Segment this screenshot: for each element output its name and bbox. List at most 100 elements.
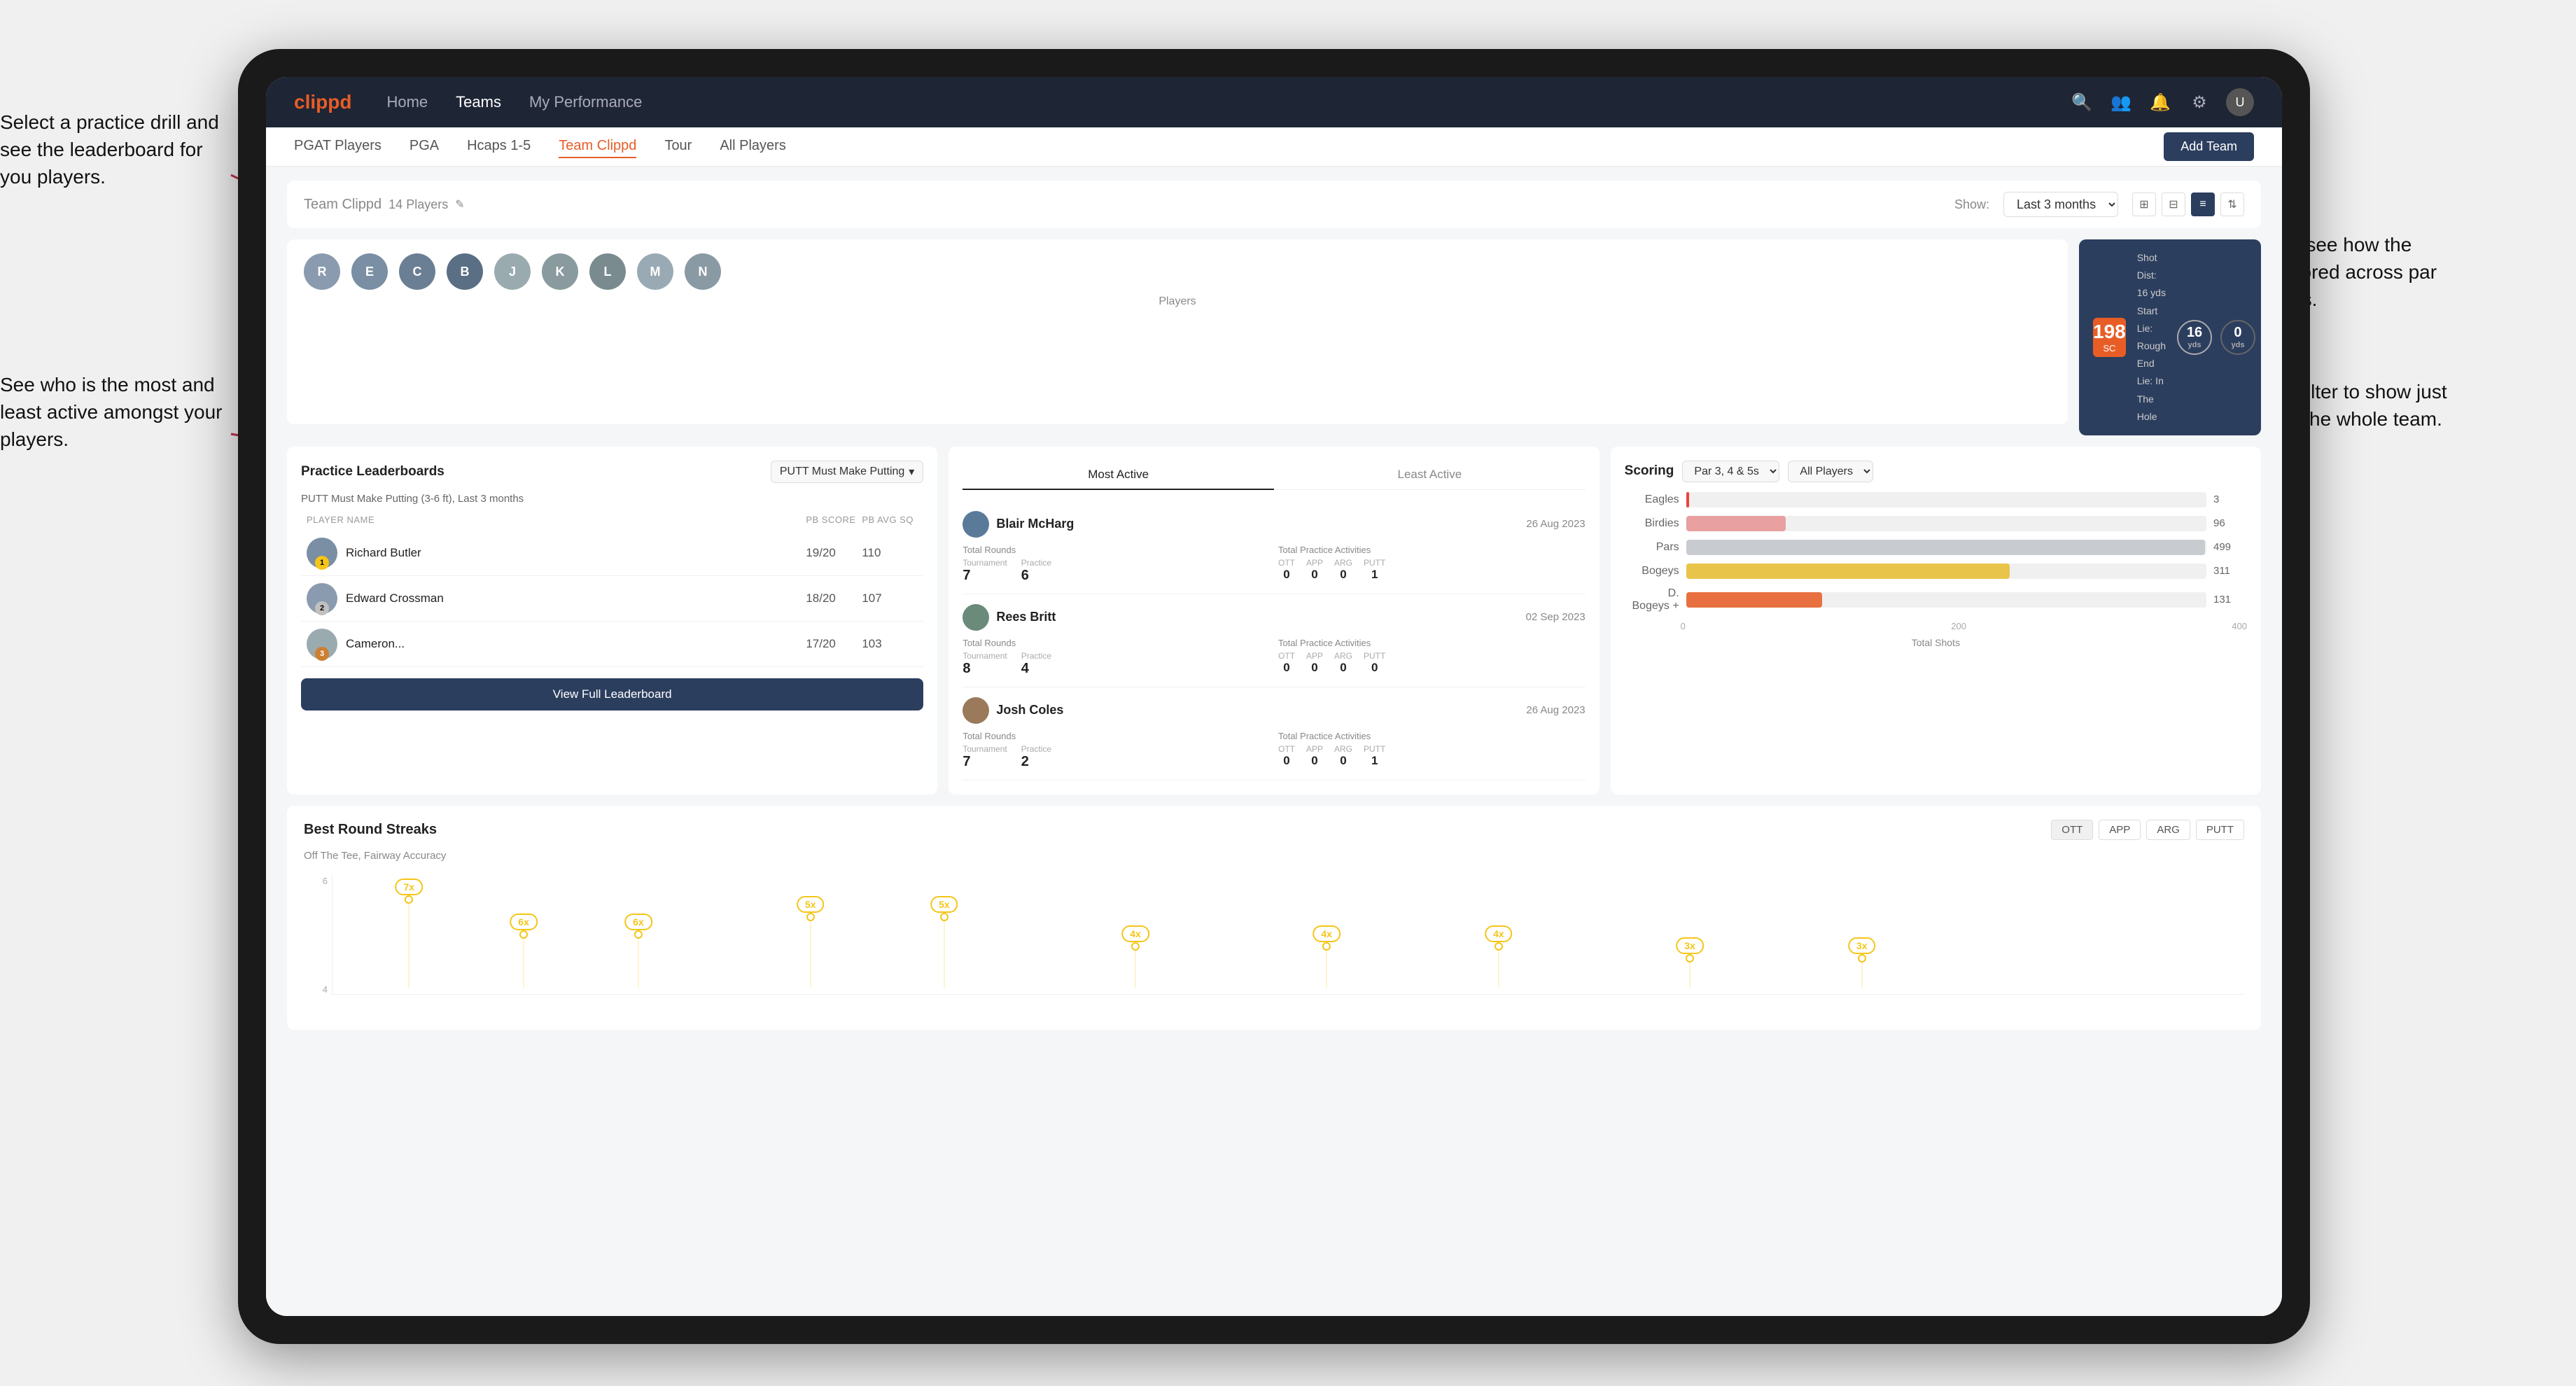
streak-label: 6x [624,913,652,930]
streak-label: 6x [510,913,538,930]
bar-track [1686,516,2206,531]
lb-avatar-3: 3 [307,629,337,659]
pa-name-1: Blair McHarg [996,517,1074,531]
player-avatar-9[interactable]: N [685,253,721,290]
scorecard-box: 198 SC Shot Dist: 16 yds Start Lie: Roug… [2079,239,2261,435]
subnav-teamclippd[interactable]: Team Clippd [559,135,636,158]
view-list-icon[interactable]: ≡ [2191,192,2215,216]
streak-y-axis: 6 4 [304,876,332,995]
streak-dot [806,913,815,921]
score-badge: 198 SC [2093,318,2126,357]
score-details: Shot Dist: 16 yds Start Lie: Rough End L… [2137,249,2166,426]
streak-label: 4x [1485,925,1513,942]
streaks-filters: OTT APP ARG PUTT [2051,820,2244,840]
scoring-players-filter[interactable]: All Players [1788,461,1873,482]
team-header: Team Clippd 14 Players ✎ Show: Last 3 mo… [287,181,2261,228]
bar-track [1686,492,2206,507]
subnav-pga[interactable]: PGA [410,135,439,158]
player-avatar-4[interactable]: B [447,253,483,290]
most-active-tab[interactable]: Most Active [962,461,1274,490]
streak-filter-putt[interactable]: PUTT [2196,820,2244,840]
rank-badge-2: 2 [315,601,329,615]
sub-nav-links: PGAT Players PGA Hcaps 1-5 Team Clippd T… [294,135,2164,158]
avatar[interactable]: U [2226,88,2254,116]
nav-link-teams[interactable]: Teams [456,93,501,111]
users-icon[interactable]: 👥 [2108,90,2134,115]
subnav-tour[interactable]: Tour [664,135,692,158]
scoring-par-filter[interactable]: Par 3, 4 & 5s [1682,461,1779,482]
annotation-top-left: Select a practice drill and see the lead… [0,108,238,191]
player-avatar-7[interactable]: L [589,253,626,290]
leaderboard-table-header: PLAYER NAME PB SCORE PB AVG SQ [301,514,923,525]
settings-icon[interactable]: ⚙ [2187,90,2212,115]
top-nav: clippd Home Teams My Performance 🔍 👥 🔔 ⚙… [266,77,2282,127]
pa-player-3: Josh Coles [962,697,1063,724]
player-avatar-8[interactable]: M [637,253,673,290]
least-active-tab[interactable]: Least Active [1274,461,1586,489]
main-content[interactable]: Team Clippd 14 Players ✎ Show: Last 3 mo… [266,167,2282,1316]
bar-label: Eagles [1630,493,1679,506]
bar-track [1686,592,2206,608]
streak-dot [405,895,413,904]
score-yds-right: 0 yds [2220,320,2255,355]
lb-name-3: Cameron... [346,637,405,651]
edit-icon[interactable]: ✎ [455,197,464,211]
streak-label: 5x [797,896,825,913]
streak-filter-app[interactable]: APP [2099,820,2141,840]
bar-label: Pars [1630,541,1679,554]
view-settings-icon[interactable]: ⇅ [2220,192,2244,216]
streak-dot [1131,942,1140,951]
scoring-header: Scoring Par 3, 4 & 5s All Players [1625,461,2247,482]
streak-dot [1494,942,1503,951]
pa-date-1: 26 Aug 2023 [1526,518,1585,530]
activity-header-2: Rees Britt 02 Sep 2023 [962,604,1585,631]
tablet-frame: clippd Home Teams My Performance 🔍 👥 🔔 ⚙… [238,49,2310,1344]
activity-player-3: Josh Coles 26 Aug 2023 Total Rounds Tour… [962,687,1585,780]
player-avatar-6[interactable]: K [542,253,578,290]
lb-player-1: 1 Richard Butler [307,538,806,568]
card-header-leaderboard: Practice Leaderboards PUTT Must Make Put… [301,461,923,483]
streak-vertical-line [1135,946,1136,988]
player-avatar-1[interactable]: R [304,253,340,290]
players-section: R E C B J K L M N Players [287,239,2068,424]
bar-row: D. Bogeys + 131 [1630,587,2241,612]
streak-vertical-line [1326,946,1327,988]
streak-vertical-line [409,899,410,988]
view-grid-small-icon[interactable]: ⊞ [2132,192,2156,216]
nav-link-home[interactable]: Home [386,93,428,111]
show-period-select[interactable]: Last 3 months [2003,192,2118,217]
player-avatar-3[interactable]: C [399,253,435,290]
lb-avatar-2: 2 [307,583,337,614]
player-avatar-5[interactable]: J [494,253,531,290]
leaderboard-row-2[interactable]: 2 Edward Crossman 18/20 107 [301,576,923,622]
activity-tabs: Most Active Least Active [962,461,1585,490]
activity-card: Most Active Least Active Blair McHarg 26… [948,447,1599,794]
streak-label: 4x [1121,925,1149,942]
search-icon[interactable]: 🔍 [2069,90,2094,115]
rank-badge-1: 1 [315,556,329,570]
view-full-leaderboard-button[interactable]: View Full Leaderboard [301,678,923,710]
drill-select[interactable]: PUTT Must Make Putting ▾ [771,461,923,483]
streak-dot [1858,954,1866,962]
bar-fill [1686,516,1786,531]
leaderboard-row-1[interactable]: 1 Richard Butler 19/20 110 [301,531,923,576]
streak-label: 3x [1848,937,1876,954]
bell-icon[interactable]: 🔔 [2148,90,2173,115]
streak-filter-ott[interactable]: OTT [2051,820,2093,840]
subnav-hcaps[interactable]: Hcaps 1-5 [467,135,531,158]
streak-filter-arg[interactable]: ARG [2146,820,2190,840]
subnav-allplayers[interactable]: All Players [720,135,785,158]
add-team-button[interactable]: Add Team [2164,132,2254,161]
player-avatar-2[interactable]: E [351,253,388,290]
view-grid-icon[interactable]: ⊟ [2162,192,2185,216]
bar-value: 3 [2213,493,2241,505]
nav-link-myperformance[interactable]: My Performance [529,93,642,111]
lb-score-1: 19/20 [806,546,862,560]
leaderboard-row-3[interactable]: 3 Cameron... 17/20 103 [301,622,923,667]
streak-plot: 7x6x6x5x5x4x4x4x3x3x [332,876,2244,995]
bar-label: Bogeys [1630,565,1679,578]
subnav-pgat[interactable]: PGAT Players [294,135,382,158]
leaderboard-title: Practice Leaderboards [301,464,444,479]
score-yds-left: 16 yds [2177,320,2212,355]
streak-chart: 6 4 7x6x6x5x5x4x4x4x3x3x [304,876,2244,1016]
